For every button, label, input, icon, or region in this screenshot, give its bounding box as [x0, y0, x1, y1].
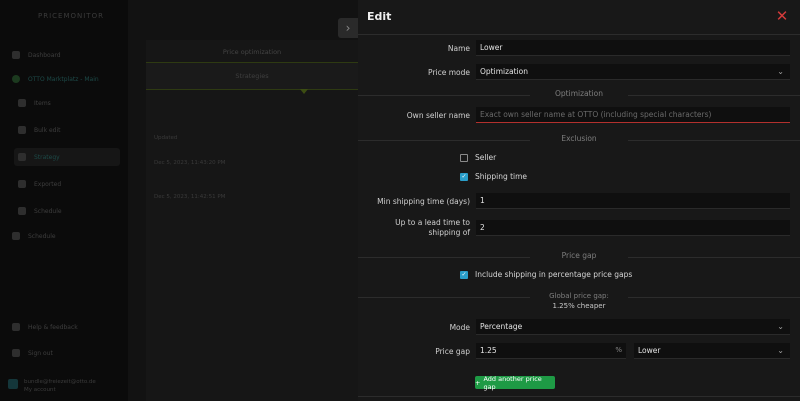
- avatar: [8, 379, 18, 389]
- chevron-right-icon: ›: [345, 21, 351, 35]
- shipping-time-label: Shipping time: [475, 172, 528, 181]
- table-row: Dec 5, 2023, 11:42:51 PM: [154, 194, 226, 200]
- section-exclusion-title: Exclusion: [561, 134, 597, 143]
- filter-icon: [18, 153, 26, 161]
- seller-checkbox-row[interactable]: Seller: [460, 153, 496, 162]
- mode-select[interactable]: Percentage ⌄: [476, 319, 790, 335]
- card-title: Price optimization: [222, 48, 282, 56]
- table-row: Dec 5, 2023, 11:43:20 PM: [154, 160, 226, 166]
- section-exclusion: Exclusion: [358, 134, 800, 146]
- direction-value: Lower: [638, 346, 661, 355]
- add-price-gap-button[interactable]: + Add another price gap: [475, 374, 555, 391]
- mode-label: Mode: [449, 323, 470, 332]
- calendar-icon: [18, 207, 26, 215]
- price-gap-label: Price gap: [435, 347, 470, 356]
- nav-bulk-edit[interactable]: Bulk edit: [14, 121, 120, 139]
- help-icon: [12, 323, 20, 331]
- nav-items[interactable]: Items: [14, 94, 120, 112]
- nav-schedule[interactable]: Schedule: [14, 202, 120, 220]
- shipping-time-checkbox-row[interactable]: ✓ Shipping time: [460, 172, 527, 181]
- direction-select[interactable]: Lower ⌄: [634, 343, 790, 359]
- background-sidebar: PRICEMONITOR Dashboard OTTO Marktplatz -…: [0, 0, 128, 401]
- min-shipping-label: Min shipping time (days): [377, 197, 470, 206]
- chevron-down-icon: ⌄: [777, 67, 784, 76]
- section-price-gap: Price gap: [358, 251, 800, 263]
- divider: [358, 396, 800, 397]
- strategies-strip: Strategies: [146, 62, 358, 90]
- price-mode-label: Price mode: [428, 68, 470, 77]
- mode-value: Percentage: [480, 322, 523, 331]
- nav-strategy[interactable]: Strategy: [14, 148, 120, 166]
- nav-schedule-2[interactable]: Schedule: [8, 227, 120, 245]
- shop-icon: [12, 75, 20, 83]
- drawer-title: Edit: [367, 10, 392, 23]
- include-shipping-checkbox[interactable]: ✓: [460, 270, 468, 279]
- global-price-gap: Global price gap: 1.25% cheaper: [358, 291, 800, 311]
- name-input[interactable]: Lower: [476, 40, 790, 56]
- strip-label: Strategies: [235, 72, 269, 80]
- own-seller-input[interactable]: Exact own seller name at OTTO (including…: [476, 107, 790, 123]
- add-price-gap-label: Add another price gap: [483, 374, 542, 391]
- user-info[interactable]: bundle@freiezeit@otto.de My account: [8, 378, 123, 398]
- section-optimization: Optimization: [358, 89, 800, 101]
- seller-label: Seller: [475, 153, 497, 162]
- price-mode-select[interactable]: Optimization ⌄: [476, 64, 790, 80]
- section-price-gap-title: Price gap: [561, 251, 597, 260]
- name-label: Name: [447, 44, 470, 53]
- own-seller-label: Own seller name: [406, 111, 470, 120]
- box-icon: [18, 99, 26, 107]
- seller-checkbox[interactable]: [460, 153, 468, 162]
- global-gap-value: 1.25% cheaper: [552, 302, 606, 310]
- calendar-icon: [12, 232, 20, 240]
- background-card: Price optimization Strategies Updated De…: [146, 40, 358, 401]
- nav-dashboard[interactable]: Dashboard: [8, 46, 120, 64]
- min-shipping-input[interactable]: 1: [476, 193, 790, 209]
- edit-icon: [18, 126, 26, 134]
- lead-time-label: Up to a lead time to shipping of: [395, 218, 470, 237]
- price-gap-input[interactable]: 1.25 %: [476, 343, 626, 359]
- shipping-time-checkbox[interactable]: ✓: [460, 172, 468, 181]
- nav-shop[interactable]: OTTO Marktplatz - Main: [8, 70, 120, 88]
- global-gap-title: Global price gap:: [549, 292, 609, 300]
- section-optimization-title: Optimization: [555, 89, 603, 98]
- chevron-down-icon: ⌄: [777, 322, 784, 331]
- user-email: bundle@freiezeit@otto.de: [24, 379, 96, 385]
- close-icon[interactable]: ✕: [774, 8, 790, 24]
- grid-icon: [12, 51, 20, 59]
- percent-unit: %: [615, 346, 622, 354]
- column-header: Updated: [154, 135, 178, 141]
- include-shipping-checkbox-row[interactable]: ✓ Include shipping in percentage price g…: [460, 270, 632, 279]
- background-main: Price optimization Strategies Updated De…: [128, 0, 358, 401]
- app-logo: PRICEMONITOR: [38, 12, 104, 20]
- price-gap-value: 1.25: [480, 346, 497, 355]
- file-icon: [18, 180, 26, 188]
- user-role: My account: [24, 387, 56, 393]
- include-shipping-label: Include shipping in percentage price gap…: [475, 270, 633, 279]
- nav-signout[interactable]: Sign out: [8, 344, 120, 362]
- drawer-header: Edit ✕: [358, 0, 800, 35]
- signout-icon: [12, 349, 20, 357]
- strip-marker-icon: [300, 89, 308, 94]
- edit-drawer: Edit ✕ Name Lower Price mode Optimizatio…: [358, 0, 800, 401]
- chevron-down-icon: ⌄: [777, 346, 784, 355]
- lead-time-input[interactable]: 2: [476, 220, 790, 236]
- plus-icon: +: [475, 378, 481, 387]
- price-mode-value: Optimization: [480, 67, 528, 76]
- nav-exported[interactable]: Exported: [14, 175, 120, 193]
- nav-help[interactable]: Help & feedback: [8, 318, 120, 336]
- collapse-drawer-button[interactable]: ›: [338, 18, 358, 38]
